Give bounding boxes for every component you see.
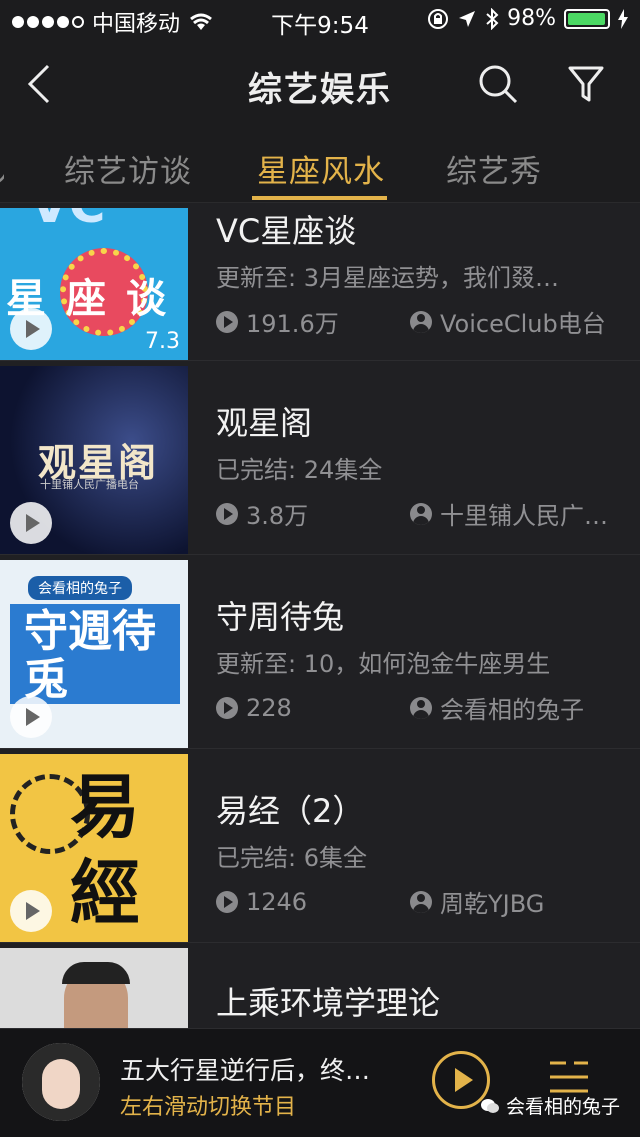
player-avatar[interactable] bbox=[22, 1043, 100, 1121]
status-right: 98% bbox=[427, 6, 628, 31]
play-count: 191.6万 bbox=[246, 310, 339, 338]
location-icon bbox=[459, 10, 476, 27]
play-count: 1246 bbox=[246, 887, 308, 916]
bluetooth-icon bbox=[486, 7, 499, 30]
thumb-tag: 会看相的兔子 bbox=[28, 576, 132, 600]
thumb-text: VC bbox=[30, 208, 105, 234]
author-name: VoiceClub电台 bbox=[440, 310, 606, 338]
play-count-icon bbox=[216, 890, 238, 913]
author-name: 十里铺人民广… bbox=[440, 502, 608, 530]
program-title: 观星阁 bbox=[216, 404, 313, 442]
play-count-icon bbox=[216, 310, 238, 333]
user-icon bbox=[410, 696, 432, 719]
program-title: 守周待兔 bbox=[216, 598, 345, 636]
thumb-text: 易經 bbox=[70, 766, 140, 934]
program-thumbnail: 观星阁 十里铺人民广播电台 bbox=[0, 366, 188, 554]
thumb-badge: 7.3 bbox=[145, 329, 180, 354]
player-title: 五大行星逆行后，终… bbox=[120, 1056, 371, 1085]
program-meta: 3.8万 十里铺人民广… bbox=[216, 496, 626, 531]
user-icon bbox=[410, 310, 432, 333]
play-icon[interactable] bbox=[10, 502, 52, 544]
play-icon[interactable] bbox=[10, 308, 52, 350]
program-thumbnail bbox=[0, 948, 188, 1032]
program-title: VC星座谈 bbox=[216, 212, 357, 250]
rotation-lock-icon bbox=[428, 8, 449, 29]
list-item[interactable]: 上乘环境学理论 bbox=[0, 942, 640, 1032]
status-bar: 中国移动 下午9:54 98% bbox=[0, 0, 640, 40]
program-thumbnail: 会看相的兔子 守週待兎 bbox=[0, 560, 188, 748]
user-icon bbox=[410, 890, 432, 913]
list-item[interactable]: 观星阁 十里铺人民广播电台 观星阁 已完结: 24集全 3.8万 十里铺人民广… bbox=[0, 360, 640, 555]
charging-icon bbox=[618, 8, 628, 29]
wechat-icon bbox=[480, 1098, 499, 1113]
program-subtitle: 更新至: 3月星座运势，我们叕… bbox=[216, 264, 559, 292]
program-thumbnail: VC 星座谈 7.3 bbox=[0, 208, 188, 360]
filter-icon[interactable] bbox=[564, 62, 608, 106]
list-item[interactable]: VC 星座谈 7.3 VC星座谈 更新至: 3月星座运势，我们叕… 191.6万… bbox=[0, 166, 640, 361]
play-count: 3.8万 bbox=[246, 502, 309, 530]
watermark: 会看相的兔子 bbox=[480, 1092, 620, 1119]
author-name: 周乾YJBG bbox=[440, 890, 545, 918]
list-item[interactable]: 易經 易经（2） 已完结: 6集全 1246 周乾YJBG bbox=[0, 748, 640, 943]
play-count-icon bbox=[216, 696, 238, 719]
program-thumbnail: 易經 bbox=[0, 754, 188, 942]
thumb-caption: 十里铺人民广播电台 bbox=[40, 478, 139, 491]
playlist-icon[interactable] bbox=[548, 1059, 590, 1095]
page-title: 综艺娱乐 bbox=[248, 70, 392, 110]
program-subtitle: 已完结: 6集全 bbox=[216, 844, 367, 872]
play-icon[interactable] bbox=[10, 890, 52, 932]
user-icon bbox=[410, 502, 432, 525]
author-name: 会看相的兔子 bbox=[440, 696, 584, 724]
play-count-icon bbox=[216, 502, 238, 525]
watermark-text: 会看相的兔子 bbox=[505, 1096, 620, 1118]
list-item[interactable]: 会看相的兔子 守週待兎 守周待兔 更新至: 10，如何泡金牛座男生 228 会看… bbox=[0, 554, 640, 749]
program-meta: 191.6万 VoiceClub电台 bbox=[216, 304, 626, 339]
program-subtitle: 已完结: 24集全 bbox=[216, 456, 383, 484]
program-title: 易经（2） bbox=[216, 792, 365, 830]
program-subtitle: 更新至: 10，如何泡金牛座男生 bbox=[216, 650, 551, 678]
program-title: 上乘环境学理论 bbox=[216, 984, 441, 1022]
battery-icon bbox=[564, 8, 610, 29]
player-hint: 左右滑动切换节目 bbox=[120, 1095, 297, 1120]
play-count: 228 bbox=[246, 693, 292, 722]
program-meta: 228 会看相的兔子 bbox=[216, 690, 626, 725]
mini-player[interactable]: 五大行星逆行后，终… 左右滑动切换节目 会看相的兔子 bbox=[0, 1028, 640, 1137]
battery-percent: 98% bbox=[507, 6, 556, 31]
program-meta: 1246 周乾YJBG bbox=[216, 884, 626, 919]
search-icon[interactable] bbox=[476, 62, 520, 106]
play-icon[interactable] bbox=[10, 696, 52, 738]
thumb-text: 守週待兎 bbox=[24, 606, 156, 705]
nav-bar: 综艺娱乐 bbox=[0, 40, 640, 130]
